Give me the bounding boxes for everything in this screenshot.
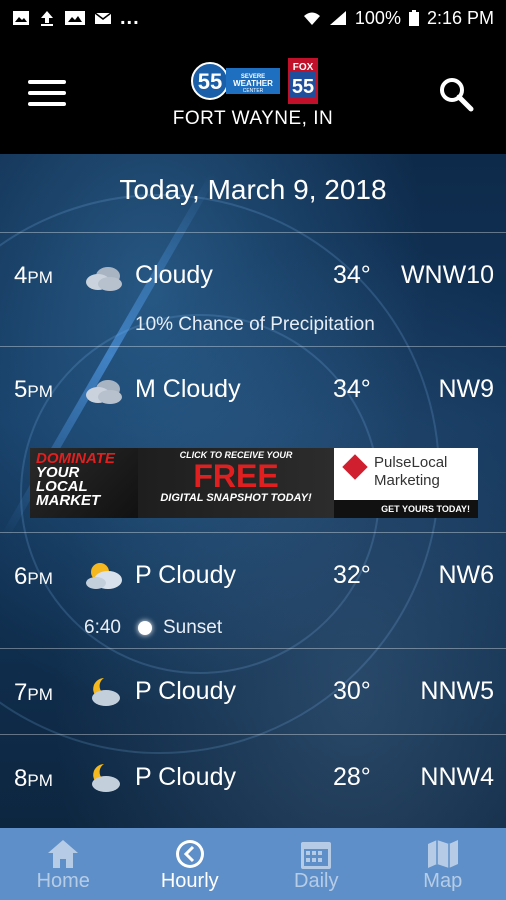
calendar-icon xyxy=(301,842,332,869)
hour-label: 5PM xyxy=(14,376,53,403)
sunset-label: Sunset xyxy=(163,617,223,638)
svg-text:CENTER: CENTER xyxy=(243,88,264,94)
temperature: 34° xyxy=(333,261,371,289)
temperature: 32° xyxy=(333,561,371,589)
hour-label: 8PM xyxy=(14,765,53,792)
wifi-icon xyxy=(303,12,320,25)
hour-row[interactable]: 7PM P Cloudy 30° NNW5 xyxy=(0,648,506,734)
temperature: 28° xyxy=(333,763,371,791)
wind: NNW5 xyxy=(420,677,494,705)
battery-percent: 100% xyxy=(354,7,401,28)
logo-number: 55 xyxy=(198,69,222,94)
nav-daily[interactable]: Daily xyxy=(253,828,380,900)
system-status: 100% 2:16 PM xyxy=(303,8,494,29)
partly-cloudy-night-icon xyxy=(92,678,120,706)
precipitation-note: 10% Chance of Precipitation xyxy=(135,314,375,335)
app-header: 55 SEVERE WEATHER CENTER FOX 55 FORT WAY… xyxy=(0,36,506,154)
hour-label: 4PM xyxy=(14,262,53,289)
hour-row[interactable]: 6PM P Cloudy 32° NW6 6:40 Sunset xyxy=(0,532,506,648)
sunset-time: 6:40 xyxy=(84,617,121,638)
notification-icons: ... xyxy=(12,7,140,30)
svg-text:55: 55 xyxy=(292,76,314,98)
station-logo[interactable]: 55 SEVERE WEATHER CENTER FOX 55 xyxy=(190,58,320,104)
hour-label: 6PM xyxy=(14,563,53,590)
status-bar: ... 100% 2:16 PM xyxy=(0,0,506,36)
nav-hourly-label: Hourly xyxy=(160,870,219,892)
condition: P Cloudy xyxy=(135,763,236,791)
condition: P Cloudy xyxy=(135,677,236,705)
hour-label: 7PM xyxy=(14,679,53,706)
upload-icon xyxy=(41,11,53,26)
image-icon xyxy=(13,11,29,25)
search-button[interactable] xyxy=(438,76,474,112)
temperature: 30° xyxy=(333,677,371,705)
map-icon xyxy=(427,840,458,868)
clock-icon xyxy=(175,840,204,868)
condition: P Cloudy xyxy=(135,561,236,589)
nav-home[interactable]: Home xyxy=(0,828,127,900)
wind: WNW10 xyxy=(400,261,494,289)
hour-row[interactable]: 5PM M Cloudy 34° NW9 xyxy=(0,346,506,432)
wind: NW6 xyxy=(438,561,494,589)
pulse-logo-icon xyxy=(342,454,368,480)
bottom-navigation: Home Hourly Daily Map xyxy=(0,828,506,900)
nav-daily-label: Daily xyxy=(294,870,339,892)
gallery-icon xyxy=(65,11,85,25)
cloudy-icon xyxy=(86,267,122,291)
hourly-forecast[interactable]: Today, March 9, 2018 4PM Cloudy 34° WNW1… xyxy=(0,154,506,828)
ad-cta: GET YOURS TODAY! xyxy=(334,500,478,518)
date-title: Today, March 9, 2018 xyxy=(119,174,387,205)
sunset-icon xyxy=(138,621,152,635)
wind: NNW4 xyxy=(420,763,494,791)
partly-cloudy-night-icon xyxy=(92,764,120,792)
ad-offer: CLICK TO RECEIVE YOUR FREE DIGITAL SNAPS… xyxy=(138,448,334,518)
ad-brand: PulseLocal Marketing GET YOURS TODAY! xyxy=(334,448,478,518)
condition: M Cloudy xyxy=(135,375,241,403)
svg-text:FOX: FOX xyxy=(293,62,314,73)
nav-hourly[interactable]: Hourly xyxy=(127,828,254,900)
cloudy-icon xyxy=(86,380,122,404)
home-icon xyxy=(48,840,79,868)
nav-map[interactable]: Map xyxy=(380,828,506,900)
clock-time: 2:16 PM xyxy=(426,7,494,28)
temperature: 34° xyxy=(333,375,371,403)
svg-text:WEATHER: WEATHER xyxy=(233,79,273,88)
location-label: FORT WAYNE, IN xyxy=(172,108,334,129)
mail-icon xyxy=(94,12,112,24)
menu-icon xyxy=(28,80,66,84)
ad-headline: DOMINATE YOUR LOCAL MARKET xyxy=(30,448,138,518)
hour-row[interactable]: 8PM P Cloudy 28° NNW4 xyxy=(0,734,506,828)
partly-cloudy-day-icon xyxy=(86,563,122,589)
search-icon xyxy=(440,78,474,112)
more-notifications: ... xyxy=(120,6,140,29)
advertisement-banner[interactable]: DOMINATE YOUR LOCAL MARKET CLICK TO RECE… xyxy=(30,448,478,518)
hour-row[interactable]: 4PM Cloudy 34° WNW10 10% Chance of Preci… xyxy=(0,232,506,346)
menu-button[interactable] xyxy=(28,80,66,108)
signal-icon xyxy=(329,11,346,25)
battery-icon xyxy=(408,10,419,26)
wind: NW9 xyxy=(438,375,494,403)
condition: Cloudy xyxy=(135,261,213,289)
nav-home-label: Home xyxy=(36,870,90,892)
nav-map-label: Map xyxy=(423,870,463,892)
